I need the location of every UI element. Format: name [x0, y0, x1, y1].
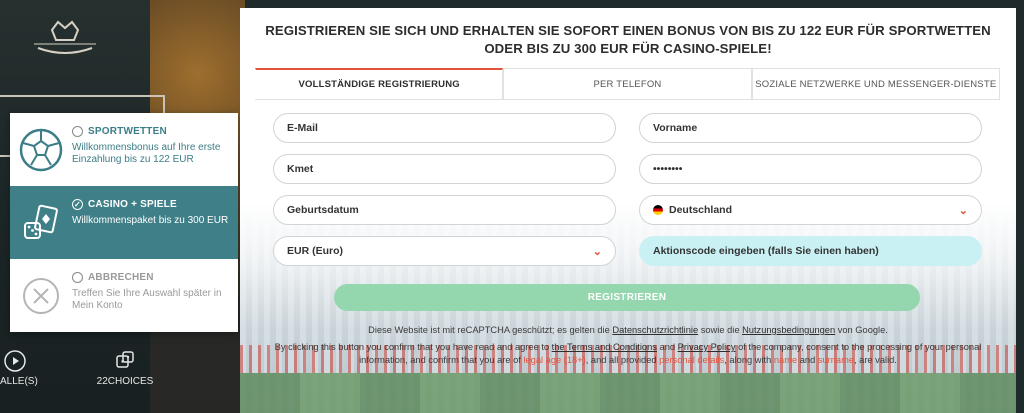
legal-text: , and all provided [585, 354, 660, 365]
page-title: REGISTRIEREN SIE SICH UND ERHALTEN SIE S… [265, 23, 991, 56]
legal-text: Diese Website ist mit reCAPTCHA geschütz… [368, 325, 613, 335]
recaptcha-notice: Diese Website ist mit reCAPTCHA geschütz… [260, 324, 996, 337]
nav-label: 22CHOICES [96, 376, 154, 387]
birthdate-field[interactable]: Geburtsdatum [273, 195, 616, 225]
offer-title: ABBRECHEN [88, 272, 154, 283]
bonus-offer-panel: SPORTWETTEN Willkommensbonus auf Ihre er… [10, 113, 238, 332]
promo-placeholder: Aktionscode eingeben (falls Sie einen ha… [653, 245, 879, 257]
offer-description: Willkommenspaket bis zu 300 EUR [72, 215, 229, 226]
nav-item-22choices[interactable]: 22CHOICES [95, 350, 155, 387]
tab-social-networks[interactable]: SOZIALE NETZWERKE UND MESSENGER-DIENSTE [751, 68, 1000, 99]
offer-title: CASINO + SPIELE [88, 199, 177, 210]
legal-text: sowie die [698, 325, 743, 335]
chevron-down-icon: ⌄ [592, 245, 602, 258]
nav-item-all[interactable]: ALLE(S) [0, 350, 38, 387]
firstname-placeholder: Vorname [653, 122, 698, 134]
offer-casino[interactable]: ✓ CASINO + SPIELE Willkommenspaket bis zu… [10, 186, 238, 259]
football-icon [19, 128, 63, 171]
registration-modal: REGISTRIEREN SIE SICH UND ERHALTEN SIE S… [240, 8, 1016, 413]
chevron-down-icon: ⌄ [958, 204, 968, 217]
offer-sportwetten[interactable]: SPORTWETTEN Willkommensbonus auf Ihre er… [10, 113, 238, 186]
nav-label: ALLE(S) [0, 376, 38, 387]
lastname-field[interactable]: Kmet [273, 154, 616, 184]
offer-radio-checked[interactable]: ✓ [72, 199, 83, 210]
legal-text: , are valid. [854, 354, 897, 365]
tab-full-registration[interactable]: VOLLSTÄNDIGE REGISTRIERUNG [255, 68, 504, 99]
email-placeholder: E-Mail [287, 122, 318, 134]
dice-icon [116, 351, 134, 368]
privacy-policy-link[interactable]: Datenschutzrichtlinie [612, 325, 698, 335]
name-link[interactable]: name [774, 355, 797, 365]
surname-link[interactable]: surname [818, 355, 854, 365]
email-field[interactable]: E-Mail [273, 113, 616, 143]
crown-logo-icon [34, 20, 96, 54]
offer-radio[interactable] [72, 126, 83, 137]
promo-code-input[interactable]: Aktionscode eingeben (falls Sie einen ha… [639, 236, 982, 266]
legal-text: and [656, 342, 678, 352]
country-value: Deutschland [669, 204, 733, 216]
currency-select[interactable]: EUR (Euro) ⌄ [273, 236, 616, 266]
firstname-field[interactable]: Vorname [639, 113, 982, 143]
lastname-value: Kmet [287, 163, 314, 175]
currency-value: EUR (Euro) [287, 245, 343, 257]
register-button[interactable]: REGISTRIEREN [334, 284, 920, 311]
stadium-pitch [240, 373, 1016, 413]
legal-age-link[interactable]: legal age (18+) [523, 355, 585, 365]
tab-by-phone[interactable]: PER TELEFON [503, 68, 752, 99]
germany-flag-icon [653, 205, 663, 215]
casino-cards-icon [24, 204, 58, 239]
offer-title: SPORTWETTEN [88, 126, 167, 137]
legal-text: and [797, 354, 818, 365]
country-select[interactable]: Deutschland ⌄ [639, 195, 982, 225]
terms-conditions-link[interactable]: the Terms and Conditions [552, 342, 657, 352]
registration-tabs: VOLLSTÄNDIGE REGISTRIERUNG PER TELEFON S… [255, 68, 1000, 100]
personal-details-link[interactable]: personal details [659, 355, 724, 365]
play-icon [4, 350, 26, 372]
bottom-nav: ALLE(S) 22CHOICES [0, 340, 240, 413]
terms-of-use-link[interactable]: Nutzungsbedingungen [742, 325, 835, 335]
password-value: •••••••• [653, 163, 683, 175]
password-field[interactable]: •••••••• [639, 154, 982, 184]
offer-radio[interactable] [72, 272, 83, 283]
close-circle-icon [23, 277, 59, 314]
legal-text: , along with [724, 354, 774, 365]
offer-cancel[interactable]: ABBRECHEN Treffen Sie Ihre Auswahl späte… [10, 259, 238, 332]
legal-text: By clicking this button you confirm that… [274, 342, 552, 352]
offer-description: Treffen Sie Ihre Auswahl später in Mein … [72, 288, 222, 311]
consent-notice: By clicking this button you confirm that… [260, 341, 996, 366]
offer-description: Willkommensbonus auf Ihre erste Einzahlu… [72, 142, 221, 165]
legal-text: von Google. [835, 325, 888, 335]
birthdate-placeholder: Geburtsdatum [287, 204, 359, 216]
privacy-policy-link[interactable]: Privacy Policy [678, 342, 736, 352]
